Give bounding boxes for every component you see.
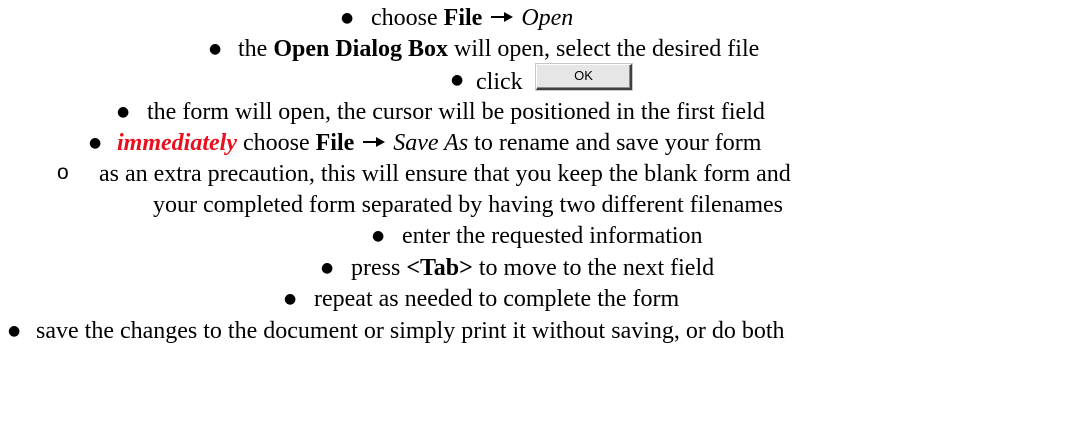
step-text: save the changes to the document or simp… — [36, 318, 785, 344]
menu-item: Save As — [393, 130, 469, 156]
menu-name: File — [443, 5, 483, 31]
bullet-icon: ● — [284, 291, 297, 307]
step-form-opens: ● the form will open, the cursor will be… — [0, 97, 1073, 127]
step-save-as: ● immediately choose File Save As to rena… — [0, 128, 1073, 158]
sub-bullet-icon: o — [57, 161, 69, 184]
step-text: enter the requested information — [402, 223, 703, 249]
emphasis-text: immediately — [117, 130, 237, 156]
bullet-icon: ● — [321, 260, 334, 276]
step-text: the form will open, the cursor will be p… — [147, 99, 765, 125]
step-precaution: o as an extra precaution, this will ensu… — [0, 159, 1073, 189]
bullet-icon: ● — [209, 41, 222, 57]
step-prefix: choose — [371, 5, 444, 31]
dialog-name: Open Dialog Box — [273, 36, 449, 62]
step-prefix: the — [238, 36, 274, 62]
step-suffix: will open, select the desired file — [448, 36, 760, 62]
bullet-icon: ● — [89, 135, 102, 151]
step-text: click — [476, 69, 523, 95]
bullet-icon: ● — [8, 323, 21, 339]
step-open-dialog: ● the Open Dialog Box will open, select … — [0, 34, 1073, 64]
precaution-line-1: as an extra precaution, this will ensure… — [99, 161, 791, 187]
step-open-file: ● choose File Open — [0, 3, 1073, 33]
step-precaution-cont: your completed form separated by having … — [0, 190, 1073, 220]
step-press-tab: ● press <Tab> to move to the next field — [0, 253, 1073, 283]
ok-button[interactable]: OK — [536, 64, 632, 90]
bullet-icon: ● — [341, 10, 354, 26]
step-text: repeat as needed to complete the form — [314, 286, 680, 312]
menu-name: File — [315, 130, 355, 156]
step-mid: choose — [236, 130, 316, 156]
bullet-icon: ● — [372, 228, 385, 244]
bullet-icon: ● — [117, 104, 130, 120]
bullet-icon: ● — [451, 72, 464, 88]
right-arrow-icon — [491, 12, 514, 23]
step-suffix: to rename and save your form — [468, 130, 762, 156]
step-suffix: to move to the next field — [472, 255, 715, 281]
step-repeat: ● repeat as needed to complete the form — [0, 284, 1073, 314]
precaution-line-2: your completed form separated by having … — [153, 192, 784, 218]
step-save-changes: ● save the changes to the document or si… — [0, 316, 1073, 346]
step-enter-info: ● enter the requested information — [0, 221, 1073, 251]
step-text: choose File Open — [371, 3, 573, 33]
step-text: the Open Dialog Box will open, select th… — [238, 34, 759, 64]
key-name: <Tab> — [406, 255, 473, 281]
step-text: press <Tab> to move to the next field — [351, 253, 714, 283]
menu-item: Open — [521, 5, 574, 31]
step-prefix: press — [351, 255, 407, 281]
right-arrow-icon — [363, 137, 386, 148]
step-text: immediately choose File Save As to rename… — [117, 128, 761, 158]
